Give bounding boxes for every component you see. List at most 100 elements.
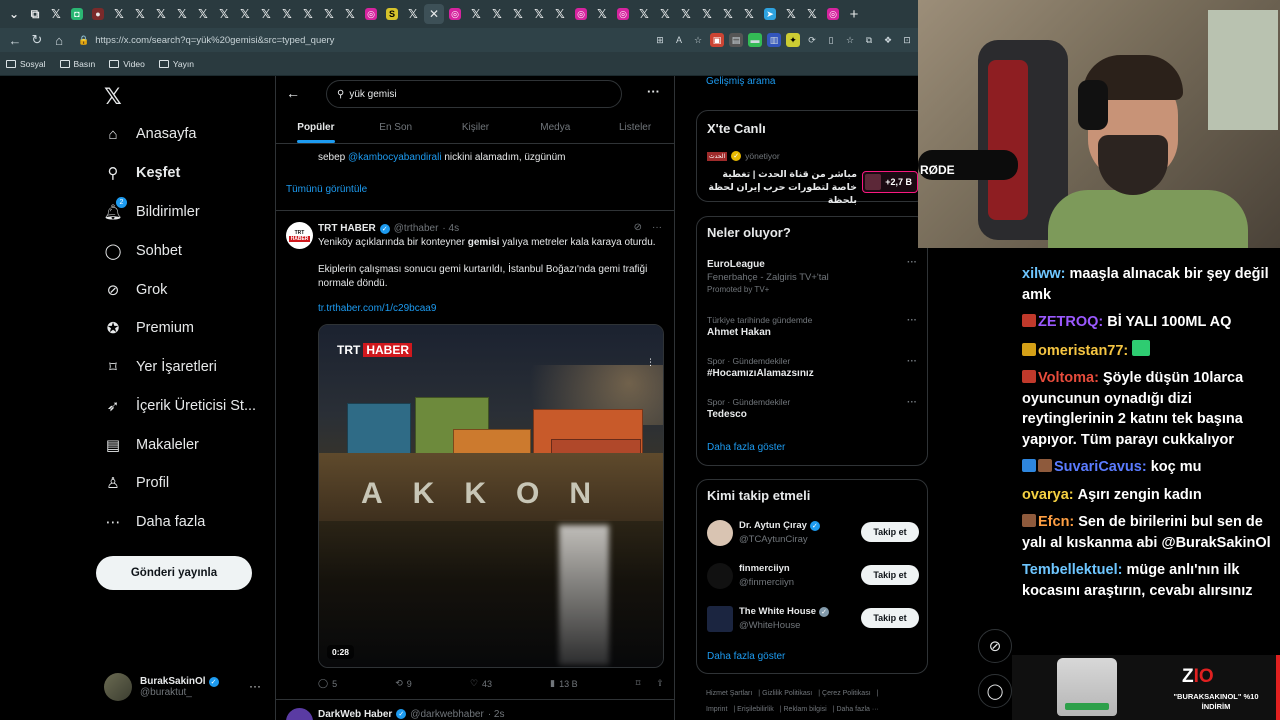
- follow-suggestion[interactable]: finmerciiyn @finmerciiyn Takip et: [707, 563, 919, 593]
- tab-x[interactable]: 𝕏: [403, 4, 423, 24]
- footer-link[interactable]: Erişilebilirlik: [737, 706, 774, 713]
- nav-articles[interactable]: ▤ Makaleler: [104, 433, 199, 457]
- trend-item[interactable]: Spor · Gündemdekiler #HocamızıAlamazsını…: [707, 356, 917, 379]
- author-handle[interactable]: @darkwebhaber: [410, 709, 484, 720]
- tab-x[interactable]: 𝕏: [781, 4, 801, 24]
- live-broadcast-title[interactable]: مباشر من قناة الحدث | تغطية خاصة لتطورات…: [707, 168, 857, 207]
- back-icon[interactable]: ←: [4, 29, 26, 51]
- tab-popular[interactable]: Popüler: [276, 116, 356, 143]
- nav-premium[interactable]: ✪ Premium: [104, 316, 194, 340]
- read-aloud-icon[interactable]: A: [672, 33, 686, 47]
- favorites-icon[interactable]: ☆: [843, 33, 857, 47]
- follow-button[interactable]: Takip et: [861, 608, 919, 628]
- tab-x[interactable]: 𝕏: [487, 4, 507, 24]
- more-icon[interactable]: ···: [249, 679, 261, 693]
- grok-icon[interactable]: ⊘: [634, 222, 642, 233]
- advanced-search-link[interactable]: Gelişmiş arama: [706, 76, 775, 87]
- tab-x[interactable]: 𝕏: [508, 4, 528, 24]
- more-icon[interactable]: ···: [907, 356, 917, 367]
- extension-icon[interactable]: ▣: [710, 33, 724, 47]
- tab-x[interactable]: 𝕏: [340, 4, 360, 24]
- tab-instagram[interactable]: ◎: [823, 4, 843, 24]
- tab-x[interactable]: 𝕏: [319, 4, 339, 24]
- tweet-link[interactable]: tr.trthaber.com/1/c29bcaa9: [318, 303, 436, 314]
- tweet-video[interactable]: TRT HABER ⋮ AKKON 0:28: [318, 324, 664, 668]
- more-icon[interactable]: ···: [907, 315, 917, 326]
- trend-item[interactable]: Türkiye tarihinde gündemde Ahmet Hakan ·…: [707, 315, 917, 338]
- tab-active-close[interactable]: ✕: [424, 4, 444, 24]
- footer-link[interactable]: Çerez Politikası: [822, 690, 871, 697]
- tab-x[interactable]: 𝕏: [277, 4, 297, 24]
- nav-profile[interactable]: ♙ Profil: [104, 471, 169, 495]
- screenshot-icon[interactable]: ⊡: [900, 33, 914, 47]
- tab-app[interactable]: S: [382, 4, 402, 24]
- nav-bookmarks[interactable]: ⌑ Yer İşaretleri: [104, 355, 217, 379]
- back-arrow-icon[interactable]: ←: [286, 85, 300, 101]
- bookmark-folder[interactable]: Yayın: [158, 59, 194, 69]
- account-switcher[interactable]: BurakSakinOl ✓ @buraktut_ ···: [104, 673, 261, 701]
- tab-lists[interactable]: Listeler: [595, 116, 675, 143]
- bookmark-folder[interactable]: Basın: [59, 59, 95, 69]
- home-icon[interactable]: ⌂: [48, 29, 70, 51]
- more-options-icon[interactable]: ···: [647, 84, 660, 99]
- tweet-time[interactable]: · 4s: [442, 223, 459, 234]
- tab-x[interactable]: 𝕏: [109, 4, 129, 24]
- nav-grok[interactable]: ⊘ Grok: [104, 278, 168, 302]
- copilot-icon[interactable]: ❖: [881, 33, 895, 47]
- mention-link[interactable]: @kambocyabandirali: [348, 152, 442, 163]
- tab-x[interactable]: 𝕏: [172, 4, 192, 24]
- workspaces-icon[interactable]: ⧉: [25, 4, 45, 24]
- follow-suggestion[interactable]: The White House ✓ @WhiteHouse Takip et: [707, 606, 919, 636]
- nav-home[interactable]: ⌂ Anasayfa: [104, 122, 196, 146]
- author-name[interactable]: TRT HABER: [318, 223, 376, 234]
- follow-button[interactable]: Takip et: [861, 565, 919, 585]
- x-logo-icon[interactable]: 𝕏: [104, 84, 122, 110]
- trend-item[interactable]: Spor · Gündemdekiler Tedesco ···: [707, 397, 917, 420]
- author-handle[interactable]: @trthaber: [394, 223, 439, 234]
- nav-notifications[interactable]: 🔔︎ 2 Bildirimler: [103, 197, 200, 224]
- nav-more[interactable]: ⋯ Daha fazla: [104, 510, 206, 534]
- tab-x[interactable]: 𝕏: [46, 4, 66, 24]
- more-icon[interactable]: ···: [907, 397, 917, 408]
- reload-icon[interactable]: ↻: [26, 29, 48, 51]
- tab-instagram[interactable]: ◎: [361, 4, 381, 24]
- nav-creator-studio[interactable]: ➶ İçerik Üreticisi St...: [104, 394, 256, 418]
- bookmark-folder[interactable]: Video: [109, 59, 145, 69]
- tab-x[interactable]: 𝕏: [739, 4, 759, 24]
- tab-x[interactable]: 𝕏: [802, 4, 822, 24]
- reply-button[interactable]: ◯ 5: [318, 678, 337, 689]
- tab-x[interactable]: 𝕏: [655, 4, 675, 24]
- tweet-avatar[interactable]: [286, 708, 313, 720]
- show-all-link[interactable]: Tümünü görüntüle: [286, 184, 367, 195]
- repost-button[interactable]: ⟲ 9: [395, 678, 412, 689]
- tweet-avatar[interactable]: TRT HABER: [286, 222, 313, 249]
- tab-x[interactable]: 𝕏: [214, 4, 234, 24]
- extension-icon[interactable]: ▥: [767, 33, 781, 47]
- tab-instagram[interactable]: ◎: [571, 4, 591, 24]
- nav-chat[interactable]: ◯ Sohbet: [104, 239, 182, 263]
- footer-link[interactable]: Hizmet Şartları: [706, 690, 752, 697]
- tab-x[interactable]: 𝕏: [529, 4, 549, 24]
- extension-icon[interactable]: ▬: [748, 33, 762, 47]
- follow-button[interactable]: Takip et: [861, 522, 919, 542]
- tab-youtube[interactable]: ●: [88, 4, 108, 24]
- tab-instagram[interactable]: ◎: [445, 4, 465, 24]
- extension-icon[interactable]: ▤: [729, 33, 743, 47]
- tab-x[interactable]: 𝕏: [634, 4, 654, 24]
- tab-latest[interactable]: En Son: [356, 116, 436, 143]
- favorite-star-icon[interactable]: ☆: [691, 33, 705, 47]
- tab-people[interactable]: Kişiler: [436, 116, 516, 143]
- trend-item[interactable]: EuroLeague Fenerbahçe - Zalgiris TV+'tal…: [707, 257, 917, 294]
- tab-x[interactable]: 𝕏: [592, 4, 612, 24]
- tab-x[interactable]: 𝕏: [697, 4, 717, 24]
- views-button[interactable]: ▮ 13 B: [550, 678, 577, 689]
- tab-x[interactable]: 𝕏: [130, 4, 150, 24]
- like-button[interactable]: ♡ 43: [470, 678, 492, 689]
- tab-x[interactable]: 𝕏: [466, 4, 486, 24]
- tab-app[interactable]: ◘: [67, 4, 87, 24]
- tab-x[interactable]: 𝕏: [550, 4, 570, 24]
- tab-x[interactable]: 𝕏: [235, 4, 255, 24]
- messages-float-icon[interactable]: ◯: [978, 674, 1012, 708]
- bookmark-folder[interactable]: Sosyal: [6, 59, 46, 69]
- tab-x[interactable]: 𝕏: [676, 4, 696, 24]
